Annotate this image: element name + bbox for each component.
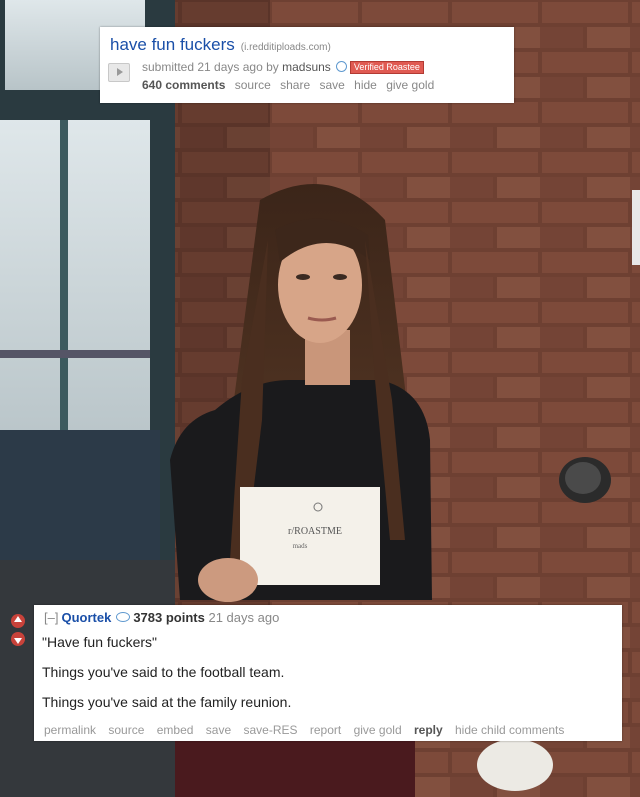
user-flair: Verified Roastee xyxy=(349,61,424,74)
comment-line-1: "Have fun fuckers" xyxy=(42,634,157,650)
comment-tagline: [–] Quortek 3783 points 21 days ago xyxy=(44,610,279,625)
save-res-link[interactable]: save-RES xyxy=(244,723,298,737)
save-link[interactable]: save xyxy=(206,723,231,737)
friend-icon[interactable] xyxy=(335,61,347,72)
post-title-row: have fun fuckers (i.redditiploads.com) xyxy=(110,35,331,55)
permalink-link[interactable]: permalink xyxy=(44,723,96,737)
comment-line-2: Things you've said to the football team. xyxy=(42,664,285,680)
embed-link[interactable]: embed xyxy=(157,723,194,737)
source-link[interactable]: source xyxy=(108,723,144,737)
sign-line-1: r/ROASTME xyxy=(288,526,342,537)
sign-line-2: mads xyxy=(293,542,308,550)
upvote-arrow-icon[interactable] xyxy=(11,614,25,628)
report-link[interactable]: report xyxy=(310,723,341,737)
cup xyxy=(477,739,553,791)
expando-button[interactable] xyxy=(108,63,130,82)
save-link[interactable]: save xyxy=(319,78,344,92)
comment-author[interactable]: Quortek xyxy=(61,610,111,625)
post-header-card: have fun fuckers (i.redditiploads.com) su… xyxy=(100,27,514,103)
hide-child-comments-link[interactable]: hide child comments xyxy=(455,723,564,737)
comments-link[interactable]: 640 comments xyxy=(142,78,225,92)
downvote-arrow-icon[interactable] xyxy=(11,632,25,646)
vote-arrows xyxy=(11,614,25,646)
comment-points: 3783 points xyxy=(133,610,205,625)
window-glass xyxy=(0,120,150,450)
give-gold-link[interactable]: give gold xyxy=(386,78,434,92)
post-author[interactable]: madsuns xyxy=(282,60,331,74)
comment-age: 21 days ago xyxy=(208,610,280,625)
share-link[interactable]: share xyxy=(280,78,310,92)
give-gold-link[interactable]: give gold xyxy=(354,723,402,737)
friend-icon[interactable] xyxy=(116,612,131,622)
post-buttons: 640 comments source share save hide give… xyxy=(142,78,440,92)
comment-card: [–] Quortek 3783 points 21 days ago "Have … xyxy=(34,605,622,741)
post-tagline: submitted 21 days ago by madsuns Verified… xyxy=(142,60,424,74)
floor-mat xyxy=(0,430,160,560)
submitted-text: submitted 21 days ago by xyxy=(142,60,279,74)
source-link[interactable]: source xyxy=(235,78,271,92)
collapse-toggle[interactable]: [–] xyxy=(44,610,58,625)
reply-link[interactable]: reply xyxy=(414,723,443,737)
hide-link[interactable]: hide xyxy=(354,78,377,92)
post-domain[interactable]: (i.redditiploads.com) xyxy=(241,42,331,53)
comment-buttons: permalink source embed save save-RES rep… xyxy=(44,723,573,737)
post-title-link[interactable]: have fun fuckers xyxy=(110,35,235,54)
comment-line-3: Things you've said at the family reunion… xyxy=(42,694,292,710)
